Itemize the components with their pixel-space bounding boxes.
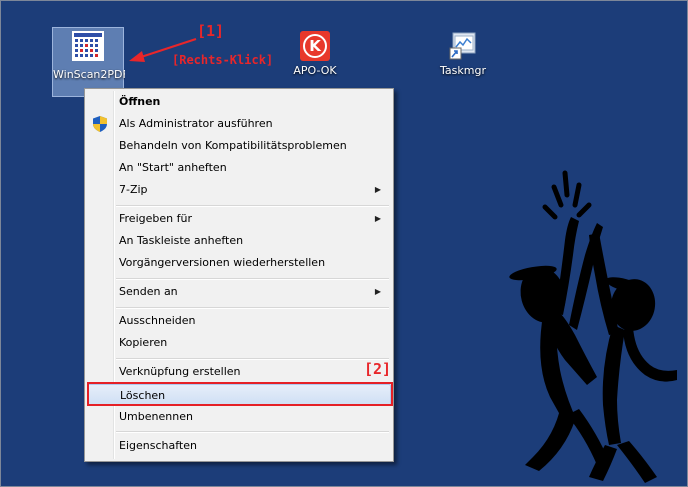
menu-item-cut[interactable]: Ausschneiden xyxy=(87,310,391,332)
menu-item-share-with[interactable]: Freigeben für ▶ xyxy=(87,208,391,230)
menu-item-label: Senden an xyxy=(119,285,178,298)
menu-item-copy[interactable]: Kopieren xyxy=(87,332,391,354)
menu-item-create-shortcut[interactable]: Verknüpfung erstellen xyxy=(87,361,391,383)
menu-separator xyxy=(116,278,389,280)
menu-item-pin-taskbar[interactable]: An Taskleiste anheften xyxy=(87,230,391,252)
apo-ok-app-icon: K xyxy=(300,31,330,61)
annotation-step-2: [2] xyxy=(364,360,392,378)
chevron-right-icon: ▶ xyxy=(374,214,381,223)
menu-item-rename[interactable]: Umbenennen xyxy=(87,406,391,428)
menu-item-send-to[interactable]: Senden an ▶ xyxy=(87,281,391,303)
menu-item-label: An "Start" anheften xyxy=(119,161,227,174)
high-five-silhouette xyxy=(509,170,677,483)
menu-item-label: An Taskleiste anheften xyxy=(119,234,244,247)
annotation-arrow-icon xyxy=(129,37,197,62)
menu-item-label: Eigenschaften xyxy=(119,439,197,452)
chevron-right-icon: ▶ xyxy=(374,185,381,194)
menu-item-7zip[interactable]: 7-Zip ▶ xyxy=(87,179,391,201)
menu-item-label: Umbenennen xyxy=(119,410,193,423)
menu-item-open[interactable]: Öffnen xyxy=(87,91,391,113)
menu-item-label: Vorgängerversionen wiederherstellen xyxy=(119,256,326,269)
menu-item-label: Als Administrator ausführen xyxy=(119,117,273,130)
desktop-icon-taskmgr[interactable]: Taskmgr xyxy=(430,31,496,77)
menu-item-label: 7-Zip xyxy=(119,183,148,196)
menu-item-run-as-admin[interactable]: Als Administrator ausführen xyxy=(87,113,391,135)
desktop-icon-label: Taskmgr xyxy=(440,64,486,77)
desktop-icon-winscan2pdf[interactable]: WinScan2PDF xyxy=(52,27,125,97)
menu-item-restore-previous[interactable]: Vorgängerversionen wiederherstellen xyxy=(87,252,391,274)
chevron-right-icon: ▶ xyxy=(374,287,381,296)
desktop-icon-apo-ok[interactable]: K APO-OK xyxy=(284,31,346,77)
menu-item-label: Behandeln von Kompatibilitätsproblemen xyxy=(119,139,347,152)
menu-separator xyxy=(116,307,389,309)
menu-item-compatibility[interactable]: Behandeln von Kompatibilitätsproblemen xyxy=(87,135,391,157)
uac-shield-icon xyxy=(93,116,107,132)
menu-item-properties[interactable]: Eigenschaften xyxy=(87,435,391,457)
menu-separator xyxy=(116,358,389,360)
menu-separator xyxy=(116,431,389,433)
menu-item-label: Öffnen xyxy=(119,95,161,108)
menu-item-label: Freigeben für xyxy=(119,212,192,225)
menu-separator xyxy=(116,205,389,207)
menu-item-label: Ausschneiden xyxy=(119,314,196,327)
annotation-step-1: [1] xyxy=(197,22,225,40)
highlight-box-delete xyxy=(87,382,393,406)
winscan2pdf-app-icon xyxy=(72,31,104,61)
menu-item-label: Kopieren xyxy=(119,336,168,349)
menu-item-pin-start[interactable]: An "Start" anheften xyxy=(87,157,391,179)
menu-item-label: Verknüpfung erstellen xyxy=(119,365,241,378)
desktop-icon-label: APO-OK xyxy=(293,64,337,77)
taskmgr-shortcut-icon xyxy=(449,32,476,60)
